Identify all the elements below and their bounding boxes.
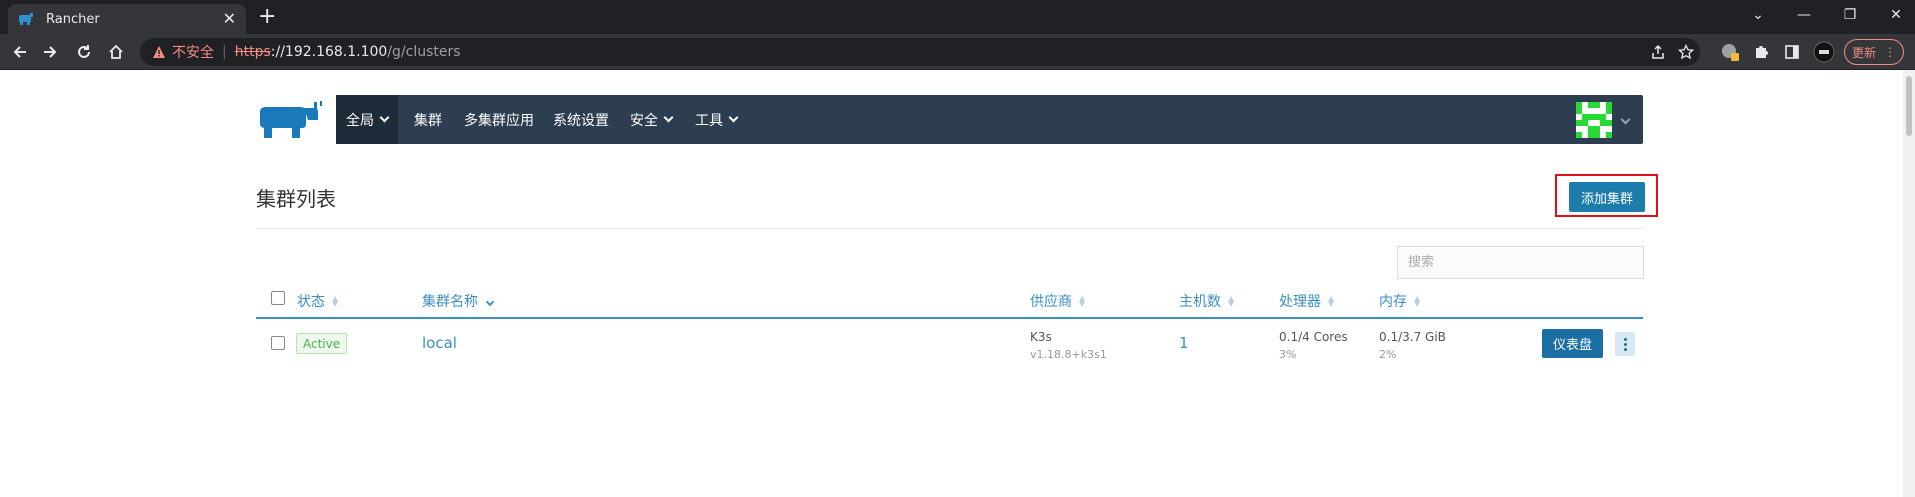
update-button[interactable]: 更新 ⋮ [1844, 39, 1904, 65]
extension-button[interactable] [1716, 38, 1744, 66]
column-header-memory[interactable]: 内存 ▲ ▼ [1379, 291, 1420, 311]
url-scheme: https [234, 44, 271, 60]
tab-close-icon[interactable]: ✕ [223, 11, 236, 27]
url-host: ://192.168.1.100 [270, 44, 388, 60]
share-button[interactable] [1644, 38, 1672, 66]
nav-security-label: 安全 [630, 112, 658, 129]
share-icon [1652, 44, 1664, 59]
scrollbar-thumb[interactable] [1906, 76, 1912, 136]
side-panel-icon [1785, 45, 1799, 59]
column-header-provider-label: 供应商 [1030, 294, 1072, 310]
app-navbar: 全局 集群 多集群应用 系统设置 安全 工具 [336, 95, 1643, 144]
row-actions-button[interactable] [1615, 332, 1635, 356]
column-header-cpu[interactable]: 处理器 ▲ ▼ [1279, 291, 1334, 311]
puzzle-icon [1756, 46, 1768, 58]
page-title: 集群列表 [256, 187, 336, 211]
chevron-down-icon [663, 112, 674, 123]
nav-tools-label: 工具 [695, 112, 723, 129]
select-all-checkbox[interactable] [271, 291, 285, 305]
more-menu-icon: ⋮ [1884, 45, 1896, 59]
kebab-dot [1623, 347, 1627, 351]
nav-multi-cluster-apps-label: 多集群应用 [464, 112, 534, 129]
page-scrollbar[interactable] [1903, 70, 1915, 497]
arrow-left-icon [13, 46, 26, 58]
warning-icon [153, 46, 165, 58]
extension-badge-icon [1722, 44, 1739, 61]
back-button[interactable] [8, 40, 32, 64]
chevron-down-icon [379, 112, 390, 123]
nav-settings[interactable]: 系统设置 [553, 95, 609, 144]
add-cluster-button[interactable]: 添加集群 [1569, 182, 1645, 212]
memory-usage: 0.1/3.7 GiB [1379, 330, 1446, 344]
profile-button[interactable] [1810, 38, 1838, 66]
profile-avatar-icon [1813, 41, 1835, 63]
sort-icon: ▲ ▼ [332, 294, 339, 308]
column-header-nodes[interactable]: 主机数 ▲ ▼ [1179, 291, 1234, 311]
sort-descending-icon [485, 297, 495, 307]
cpu-usage: 0.1/4 Cores [1279, 330, 1348, 344]
extensions-button[interactable] [1747, 38, 1775, 66]
provider-name: K3s [1030, 330, 1052, 344]
status-badge: Active [296, 333, 348, 354]
row-checkbox[interactable] [271, 336, 285, 350]
browser-toolbar: 不安全 | https ://192.168.1.100 /g/clusters [0, 34, 1915, 70]
table-header-divider [256, 317, 1643, 319]
sort-icon: ▲ ▼ [1228, 294, 1235, 308]
column-header-nodes-label: 主机数 [1179, 294, 1221, 310]
column-header-cpu-label: 处理器 [1279, 294, 1321, 310]
dashboard-button[interactable]: 仪表盘 [1542, 329, 1603, 358]
forward-button[interactable] [38, 40, 62, 64]
nav-global-label: 全局 [346, 112, 374, 129]
kebab-dot [1623, 337, 1627, 341]
user-avatar[interactable] [1576, 102, 1612, 138]
column-header-state[interactable]: 状态 ▲ ▼ [297, 291, 338, 311]
nav-tools[interactable]: 工具 [695, 95, 739, 144]
close-window-button[interactable]: ✕ [1868, 0, 1915, 30]
browser-tab[interactable]: Rancher ✕ [8, 4, 246, 34]
new-tab-button[interactable]: + [258, 5, 276, 29]
kebab-dot [1623, 342, 1627, 346]
nav-security[interactable]: 安全 [630, 95, 674, 144]
address-bar[interactable]: 不安全 | https ://192.168.1.100 /g/clusters [140, 38, 1700, 66]
reload-icon [78, 45, 90, 58]
nav-settings-label: 系统设置 [553, 112, 609, 129]
sort-icon: ▲ ▼ [1079, 294, 1086, 308]
column-header-name-label: 集群名称 [422, 294, 478, 310]
cluster-name-link[interactable]: local [422, 334, 457, 352]
search-input[interactable] [1397, 246, 1644, 279]
nav-clusters[interactable]: 集群 [414, 95, 442, 144]
nav-clusters-label: 集群 [414, 112, 442, 129]
rancher-favicon-icon [19, 13, 33, 25]
nav-multi-cluster-apps[interactable]: 多集群应用 [464, 95, 534, 144]
url-path: /g/clusters [387, 44, 461, 60]
column-header-memory-label: 内存 [1379, 294, 1407, 310]
update-label: 更新 [1851, 45, 1876, 60]
browser-tab-bar: Rancher ✕ + ⌄ — ❐ ✕ [0, 0, 1915, 34]
insecure-label: 不安全 [172, 45, 214, 61]
avatar-chevron-down-icon[interactable] [1620, 114, 1631, 125]
chevron-down-icon [728, 112, 739, 123]
arrow-right-icon [44, 46, 57, 58]
reload-button[interactable] [72, 40, 96, 64]
provider-version: v1.18.8+k3s1 [1030, 348, 1107, 361]
star-icon [1678, 44, 1694, 60]
column-header-provider[interactable]: 供应商 ▲ ▼ [1030, 291, 1085, 311]
column-header-state-label: 状态 [297, 294, 325, 310]
omnibox-separator: | [222, 44, 227, 60]
rancher-logo-icon[interactable] [256, 98, 326, 142]
cpu-percent: 3% [1279, 348, 1297, 361]
memory-percent: 2% [1379, 348, 1397, 361]
side-panel-button[interactable] [1778, 38, 1806, 66]
title-divider [256, 228, 1643, 229]
home-icon [109, 44, 123, 59]
home-button[interactable] [104, 40, 128, 64]
sort-icon: ▲ ▼ [1414, 294, 1421, 308]
column-header-name[interactable]: 集群名称 [422, 291, 495, 311]
node-count-link[interactable]: 1 [1179, 334, 1189, 352]
bookmark-button[interactable] [1672, 38, 1700, 66]
nav-global[interactable]: 全局 [336, 95, 398, 144]
tab-title: Rancher [46, 11, 100, 27]
sort-icon: ▲ ▼ [1328, 294, 1335, 308]
